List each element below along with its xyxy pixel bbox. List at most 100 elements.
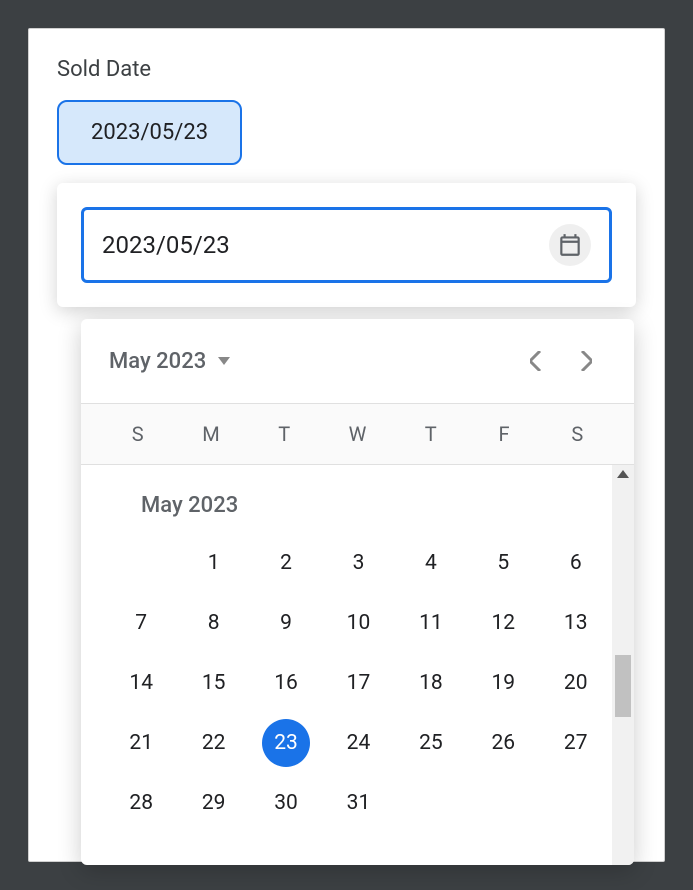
calendar-day[interactable]: 7	[105, 594, 177, 652]
month-year-selector[interactable]: May 2023	[109, 349, 230, 374]
calendar-day[interactable]: 11	[395, 594, 467, 652]
date-field-container: Sold Date 2023/05/23 2023/05/23 May 2023	[28, 28, 665, 862]
calendar-day-label: 3	[334, 539, 382, 587]
chevron-left-icon	[530, 351, 542, 371]
calendar-day-label: 17	[334, 659, 382, 707]
calendar-week-row: 21 22 23 24 25 26 27	[105, 714, 612, 772]
calendar-day-label: 22	[190, 719, 238, 767]
calendar-day-label: 29	[190, 779, 238, 827]
day-of-week-header: SMTWTFS	[81, 403, 634, 465]
calendar-day[interactable]: 29	[177, 774, 249, 832]
calendar-scroll-area[interactable]: May 2023 1234567891011121314151617181920…	[81, 465, 634, 865]
calendar-day[interactable]: 27	[540, 714, 612, 772]
calendar-day-label: 6	[552, 539, 600, 587]
calendar-day[interactable]: 19	[467, 654, 539, 712]
calendar-day-label: 30	[262, 779, 310, 827]
calendar-week-row: 123456	[105, 534, 612, 592]
scrollbar[interactable]	[612, 465, 634, 865]
calendar-day-empty	[540, 774, 612, 832]
calendar-day-label: 4	[407, 539, 455, 587]
calendar-icon	[557, 232, 583, 258]
calendar-day-label: 28	[117, 779, 165, 827]
calendar-day[interactable]: 16	[250, 654, 322, 712]
calendar-day-label: 13	[552, 599, 600, 647]
month-label: May 2023	[105, 479, 612, 532]
calendar-week-row: 14 15 16 17 18 19 20	[105, 654, 612, 712]
calendar-day-label: 5	[479, 539, 527, 587]
scroll-up-button[interactable]	[612, 465, 634, 483]
calendar-day[interactable]: 26	[467, 714, 539, 772]
calendar-day-label: 12	[479, 599, 527, 647]
calendar-day[interactable]: 6	[540, 534, 612, 592]
calendar-day-label: 27	[552, 719, 600, 767]
calendar-day-label: 25	[407, 719, 455, 767]
day-of-week-cell: S	[541, 404, 614, 464]
calendar-week-row: 28 29 30 31	[105, 774, 612, 832]
calendar-week-row: 789 10 11 12 13	[105, 594, 612, 652]
month-year-label: May 2023	[109, 349, 206, 374]
date-input-popover: 2023/05/23	[57, 183, 636, 307]
calendar-day-label: 16	[262, 659, 310, 707]
day-of-week-cell: W	[321, 404, 394, 464]
calendar-day[interactable]: 31	[322, 774, 394, 832]
calendar-day-label: 2	[262, 539, 310, 587]
calendar-day[interactable]: 9	[250, 594, 322, 652]
calendar-day[interactable]: 28	[105, 774, 177, 832]
day-of-week-cell: S	[101, 404, 174, 464]
calendar-day[interactable]: 10	[322, 594, 394, 652]
day-of-week-cell: M	[174, 404, 247, 464]
calendar-day-empty	[467, 774, 539, 832]
chevron-right-icon	[580, 351, 592, 371]
field-label: Sold Date	[57, 57, 636, 82]
calendar-day[interactable]: 20	[540, 654, 612, 712]
calendar-day[interactable]: 24	[322, 714, 394, 772]
calendar-day-label: 31	[334, 779, 382, 827]
caret-up-icon	[617, 470, 629, 478]
calendar-popover: May 2023 SMTWTFS May 2023 12345678910111…	[81, 319, 634, 865]
calendar-day-label: 14	[117, 659, 165, 707]
calendar-day[interactable]: 2	[250, 534, 322, 592]
day-of-week-cell: T	[394, 404, 467, 464]
calendar-day[interactable]: 15	[177, 654, 249, 712]
calendar-day-label: 11	[407, 599, 455, 647]
calendar-day[interactable]: 17	[322, 654, 394, 712]
calendar-day[interactable]: 21	[105, 714, 177, 772]
calendar-day-label: 21	[117, 719, 165, 767]
calendar-day[interactable]: 22	[177, 714, 249, 772]
calendar-day[interactable]: 8	[177, 594, 249, 652]
calendar-day[interactable]: 23	[250, 714, 322, 772]
next-month-button[interactable]	[566, 341, 606, 381]
calendar-day-label: 23	[262, 719, 310, 767]
calendar-day[interactable]: 18	[395, 654, 467, 712]
calendar-day-label: 1	[190, 539, 238, 587]
calendar-day-label: 15	[190, 659, 238, 707]
calendar-day[interactable]: 12	[467, 594, 539, 652]
scrollbar-thumb[interactable]	[615, 655, 631, 717]
calendar-day-label: 24	[334, 719, 382, 767]
calendar-day[interactable]: 5	[467, 534, 539, 592]
date-display-badge[interactable]: 2023/05/23	[57, 100, 242, 165]
date-input[interactable]: 2023/05/23	[81, 207, 612, 283]
calendar-day[interactable]: 25	[395, 714, 467, 772]
date-input-text[interactable]: 2023/05/23	[102, 231, 549, 259]
calendar-day[interactable]: 1	[177, 534, 249, 592]
prev-month-button[interactable]	[516, 341, 556, 381]
calendar-day[interactable]: 30	[250, 774, 322, 832]
calendar-day-label: 18	[407, 659, 455, 707]
dropdown-icon	[218, 357, 230, 365]
calendar-day-label: 26	[479, 719, 527, 767]
calendar-day-label: 9	[262, 599, 310, 647]
calendar-day[interactable]: 13	[540, 594, 612, 652]
calendar-day-label: 20	[552, 659, 600, 707]
calendar-day-label: 8	[190, 599, 238, 647]
calendar-icon-button[interactable]	[549, 224, 591, 266]
calendar-day[interactable]: 4	[395, 534, 467, 592]
calendar-day[interactable]: 3	[322, 534, 394, 592]
calendar-day-label: 19	[479, 659, 527, 707]
calendar-header: May 2023	[81, 319, 634, 403]
calendar-day[interactable]: 14	[105, 654, 177, 712]
day-of-week-cell: T	[248, 404, 321, 464]
calendar-days-grid: 1234567891011121314151617181920212223242…	[105, 534, 612, 832]
calendar-day-label: 10	[334, 599, 382, 647]
calendar-day-empty	[105, 534, 177, 592]
